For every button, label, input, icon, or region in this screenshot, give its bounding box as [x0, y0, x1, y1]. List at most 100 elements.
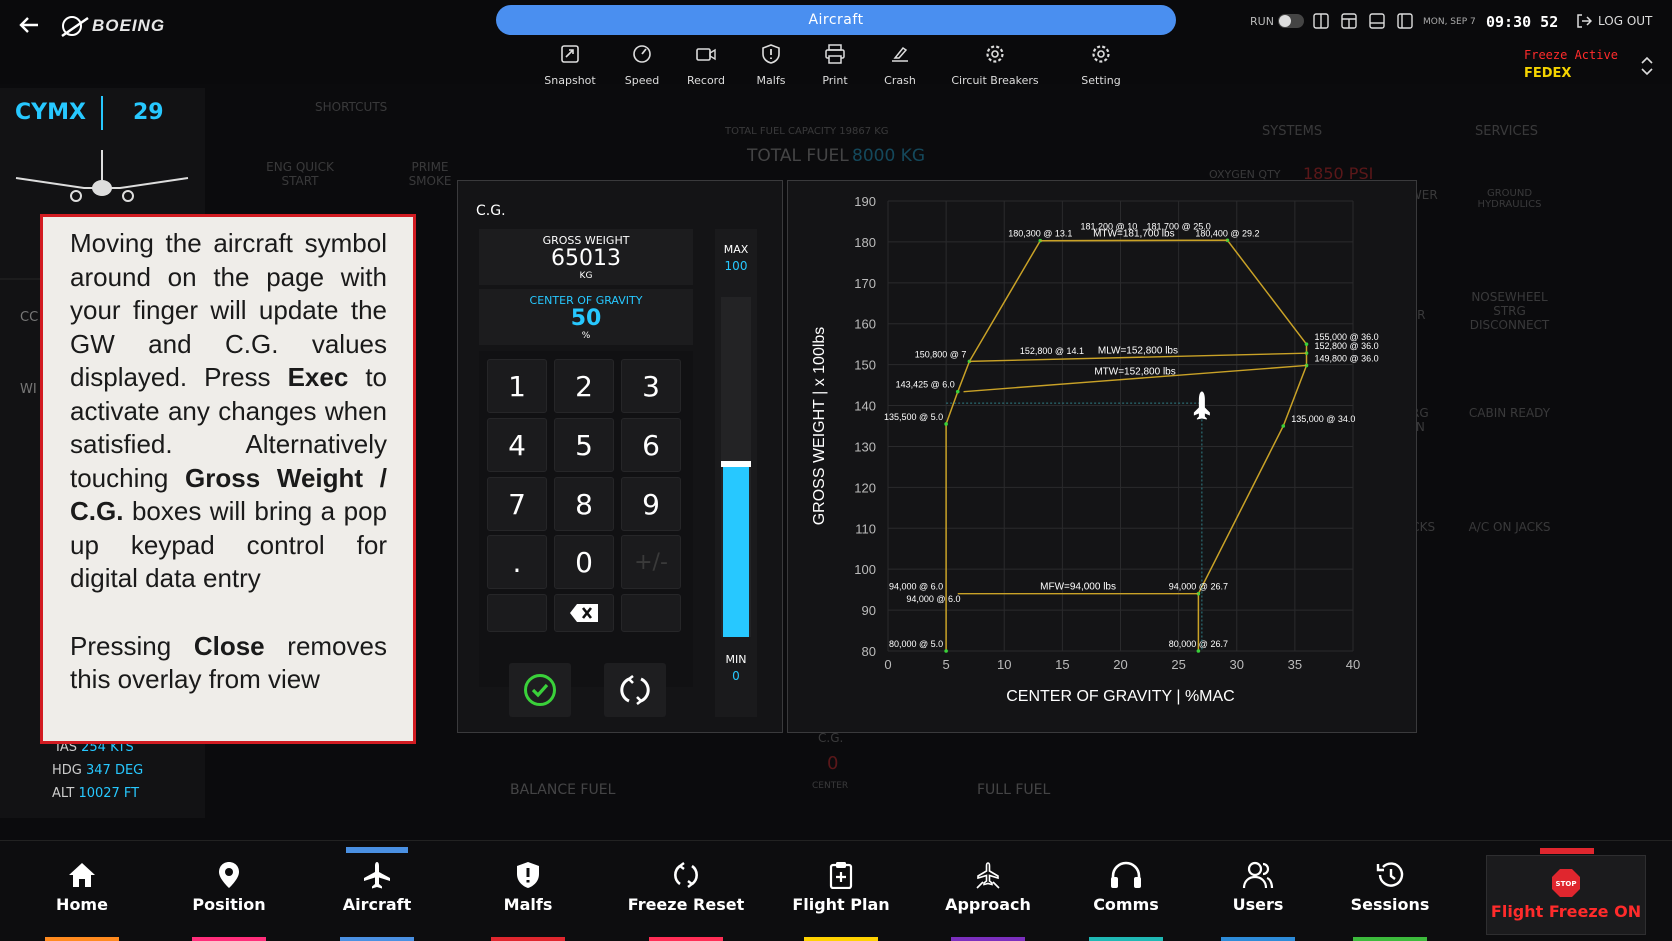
setting-button[interactable]: Setting	[1059, 44, 1143, 88]
ground-hydraulics-button[interactable]: GROUND HYDRAULICS	[1458, 174, 1561, 260]
y-tick-label: 80	[862, 644, 876, 659]
confirm-button[interactable]	[509, 663, 571, 717]
logout-button[interactable]: LOG OUT	[1576, 13, 1652, 29]
key-8[interactable]: 8	[554, 477, 614, 531]
point-label: 152,800 @ 14.1	[1020, 346, 1084, 356]
svg-text:STOP: STOP	[1556, 880, 1577, 888]
key-plus-minus[interactable]: +/-	[621, 535, 681, 589]
nav-position[interactable]: Position	[174, 861, 284, 941]
cg-slider-track[interactable]	[721, 297, 751, 637]
record-icon	[696, 48, 716, 61]
point-label: 180,400 @ 29.2	[1195, 228, 1259, 238]
nav-flight-plan[interactable]: Flight Plan	[781, 861, 901, 941]
key-9[interactable]: 9	[621, 477, 681, 531]
airline-label: FEDEX	[1524, 66, 1572, 81]
key-5[interactable]: 5	[554, 418, 614, 472]
nav-aircraft[interactable]: Aircraft	[322, 861, 432, 941]
y-tick-label: 130	[854, 439, 876, 454]
circuit-breakers-button[interactable]: Circuit Breakers	[950, 44, 1040, 88]
stop-sign-icon: STOP	[1552, 869, 1580, 897]
cg-panel: C.G. GROSS WEIGHT 65013 KG CENTER OF GRA…	[457, 180, 783, 733]
key-4[interactable]: 4	[487, 418, 547, 472]
center-of-gravity-box[interactable]: CENTER OF GRAVITY 50 %	[479, 289, 693, 345]
run-toggle[interactable]	[1278, 14, 1304, 28]
flight-freeze-button[interactable]: STOP Flight Freeze ON	[1486, 848, 1646, 935]
balance-fuel-button[interactable]: BALANCE FUEL	[510, 782, 615, 798]
cabin-ready-button[interactable]: CABIN READY	[1458, 400, 1561, 486]
refresh-icon	[674, 862, 698, 888]
backspace-icon	[570, 604, 598, 622]
key-6[interactable]: 6	[621, 418, 681, 472]
layout-top-icon[interactable]	[1341, 13, 1357, 29]
y-tick-label: 120	[854, 480, 876, 495]
freeze-active-label: Freeze Active	[1524, 48, 1618, 62]
x-tick-label: 10	[997, 657, 1011, 672]
cg-slider-thumb[interactable]	[721, 461, 751, 467]
key-2[interactable]: 2	[554, 359, 614, 413]
aircraft-front-icon	[15, 150, 189, 202]
nav-approach[interactable]: Approach	[928, 861, 1048, 941]
cg-envelope-chart[interactable]: 0 5 10 15 20 25 30 35 40 80 90 100 110 120 130 140 150 16…	[788, 181, 1418, 734]
nav-freeze-reset-bar	[649, 937, 723, 941]
nav-users[interactable]: Users	[1203, 861, 1313, 941]
layout-bottom-icon[interactable]	[1369, 13, 1385, 29]
runway-number: 29	[133, 100, 164, 125]
x-tick-label: 0	[884, 657, 891, 672]
key-decimal[interactable]: .	[487, 535, 547, 589]
nav-users-bar	[1221, 937, 1295, 941]
date-label: MON, SEP 7	[1423, 17, 1476, 27]
eng-quick-start-button[interactable]: ENG QUICK START	[260, 160, 340, 188]
x-tick-label: 20	[1113, 657, 1127, 672]
services-heading: SERVICES	[1475, 124, 1539, 139]
slider-min-value: 0	[732, 669, 740, 683]
airport-code: CYMX	[15, 100, 86, 125]
y-tick-label: 90	[862, 603, 876, 618]
y-tick-label: 170	[854, 276, 876, 291]
limit-line-label: MLW=152,800 lbs	[1098, 345, 1178, 356]
envelope-point	[1196, 649, 1201, 653]
slider-max-label: MAX	[723, 243, 749, 256]
nav-freeze-reset[interactable]: Freeze Reset	[621, 861, 751, 941]
gross-weight-box[interactable]: GROSS WEIGHT 65013 KG	[479, 229, 693, 285]
key-7[interactable]: 7	[487, 477, 547, 531]
x-tick-label: 40	[1346, 657, 1360, 672]
crash-button[interactable]: Crash	[858, 44, 942, 88]
key-blank	[621, 594, 681, 632]
envelope-point	[944, 649, 948, 653]
nosewheel-strg-button[interactable]: NOSEWHEEL STRG DISCONNECT	[1458, 284, 1561, 370]
cg-slider-fill	[723, 467, 749, 637]
expand-chevron-icon[interactable]	[1640, 56, 1654, 80]
crash-icon	[892, 46, 908, 62]
help-overlay[interactable]: Moving the aircraft symbol around on the…	[40, 214, 416, 744]
ac-on-jacks-button[interactable]: A/C ON JACKS	[1458, 514, 1561, 600]
key-1[interactable]: 1	[487, 359, 547, 413]
layout-side-icon[interactable]	[1397, 13, 1413, 29]
systems-heading: SYSTEMS	[1262, 124, 1323, 139]
full-fuel-button[interactable]: FULL FUEL	[977, 782, 1050, 798]
back-arrow-icon[interactable]	[18, 14, 40, 40]
y-tick-label: 180	[854, 235, 876, 250]
key-3[interactable]: 3	[621, 359, 681, 413]
wi-label: WI	[20, 382, 37, 397]
active-page-title: Aircraft	[496, 5, 1176, 35]
limit-line-label: MTW=152,800 lbs	[1094, 367, 1175, 378]
snapshot-icon	[561, 45, 579, 63]
nav-comms[interactable]: Comms	[1071, 861, 1181, 941]
help-paragraph-1: Moving the aircraft symbol around on the…	[70, 228, 387, 593]
backspace-button[interactable]	[554, 594, 614, 632]
keypad: 1 2 3 4 5 6 7 8 9 . 0 +/-	[479, 351, 693, 687]
point-label: 94,000 @ 26.7	[1169, 582, 1228, 592]
point-label: 143,425 @ 6.0	[896, 380, 955, 390]
nav-malfs[interactable]: Malfs	[473, 861, 583, 941]
slider-min-label: MIN	[725, 653, 747, 666]
key-0[interactable]: 0	[554, 535, 614, 589]
nav-sessions-bar	[1353, 937, 1427, 941]
nav-home[interactable]: Home	[27, 861, 137, 941]
total-fuel-label: TOTAL FUEL	[747, 146, 849, 166]
reset-button[interactable]	[604, 663, 666, 717]
layout-split-icon[interactable]	[1313, 13, 1329, 29]
top-bar: BOEING Aircraft Snapshot Speed Record Ma…	[0, 0, 1672, 87]
nav-sessions[interactable]: Sessions	[1335, 861, 1445, 941]
x-tick-label: 15	[1055, 657, 1069, 672]
brand-name: BOEING	[92, 16, 166, 35]
